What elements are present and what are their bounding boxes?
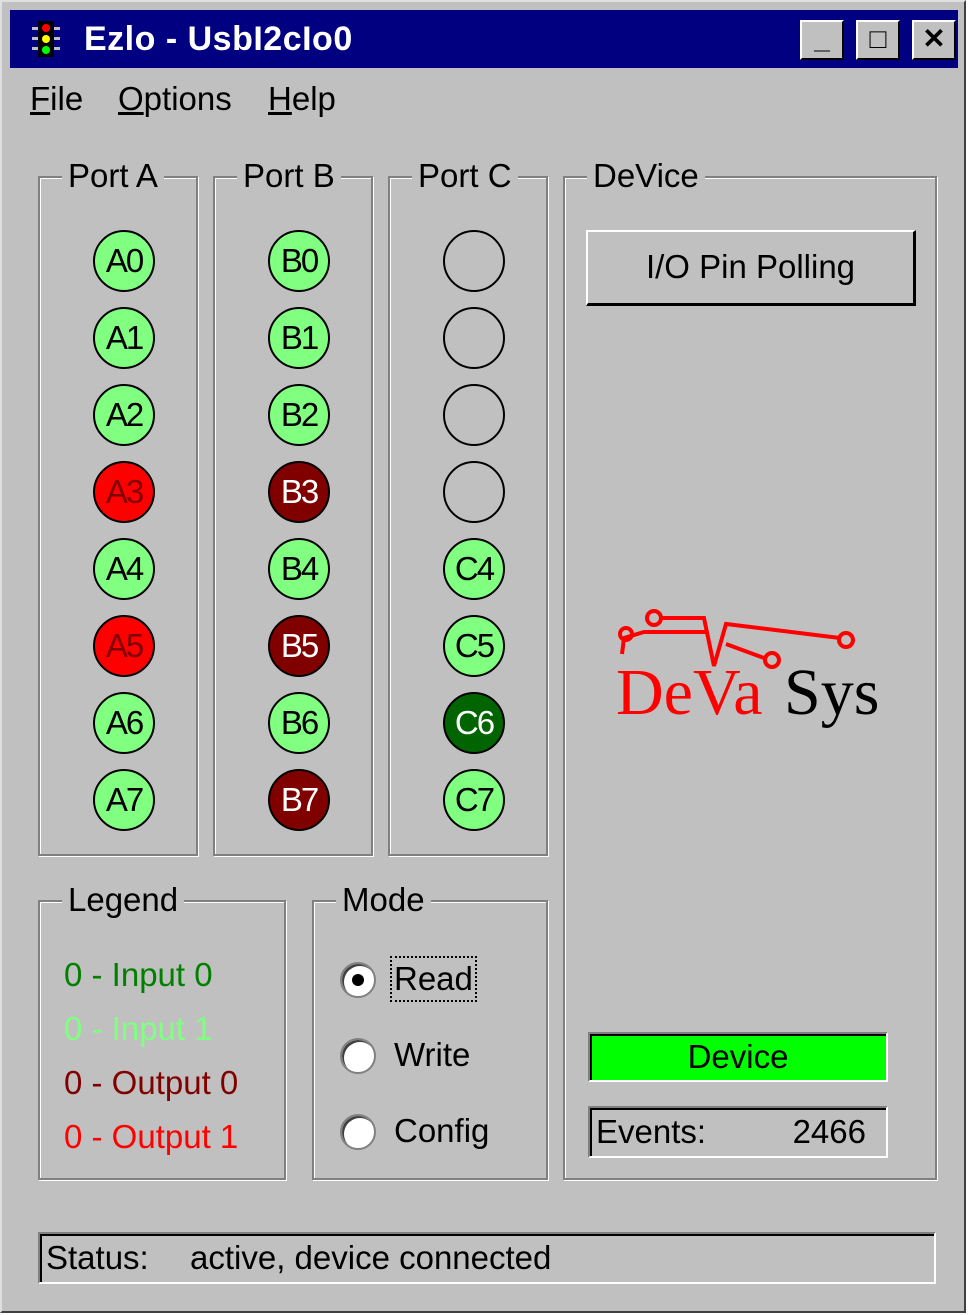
radio-button[interactable] (340, 962, 376, 998)
window-title: Ezlo - UsbI2cIo0 (84, 20, 353, 58)
led-b6[interactable]: B6 (268, 692, 330, 754)
mode-config-label[interactable]: Config (392, 1110, 491, 1152)
device-status-indicator: Device (588, 1032, 888, 1082)
led-b2[interactable]: B2 (268, 384, 330, 446)
led-a5[interactable]: A5 (93, 615, 155, 677)
led-c4[interactable]: C4 (443, 538, 505, 600)
mode-write-label[interactable]: Write (392, 1034, 472, 1076)
io-pin-polling-button[interactable]: I/O Pin Polling (586, 230, 916, 306)
led-port2-pin3[interactable] (443, 461, 505, 523)
led-a7[interactable]: A7 (93, 769, 155, 831)
port-a-group: Port A A0 A1 A2 A3 A4 A5 A6 A7 (38, 156, 198, 856)
radio-selected-dot (352, 974, 364, 986)
led-a4[interactable]: A4 (93, 538, 155, 600)
legend-title: Legend (62, 880, 185, 920)
mode-group: Mode Read Write Config (312, 880, 548, 1180)
legend-output-1: 0 - Output 1 (64, 1118, 239, 1155)
led-b7[interactable]: B7 (268, 769, 330, 831)
led-b0[interactable]: B0 (268, 230, 330, 292)
led-c5[interactable]: C5 (443, 615, 505, 677)
led-a2[interactable]: A2 (93, 384, 155, 446)
status-text: active, device connected (190, 1239, 552, 1276)
minimize-button[interactable]: _ (800, 20, 844, 60)
legend-input-1: 0 - Input 1 (64, 1010, 213, 1047)
led-port2-pin1[interactable] (443, 307, 505, 369)
port-c-title: Port C (412, 156, 518, 196)
led-b3[interactable]: B3 (268, 461, 330, 523)
led-b1[interactable]: B1 (268, 307, 330, 369)
led-a6[interactable]: A6 (93, 692, 155, 754)
menu-options[interactable]: Options (118, 80, 232, 118)
port-b-group: Port B B0 B1 B2 B3 B4 B5 B6 B7 (213, 156, 373, 856)
events-label: Events: (596, 1113, 707, 1150)
menu-bar: File Options Help (10, 72, 958, 126)
radio-button[interactable] (340, 1114, 376, 1150)
status-label: Status: (46, 1239, 149, 1276)
led-port2-pin0[interactable] (443, 230, 505, 292)
port-b-title: Port B (237, 156, 341, 196)
menu-help[interactable]: Help (268, 80, 336, 118)
legend-input-0: 0 - Input 0 (64, 956, 213, 993)
menu-file[interactable]: File (30, 80, 83, 118)
led-a3[interactable]: A3 (93, 461, 155, 523)
legend-group: Legend 0 - Input 0 0 - Input 1 0 - Outpu… (38, 880, 286, 1180)
svg-text:Sys: Sys (784, 656, 879, 729)
status-bar: Status: active, device connected (38, 1232, 936, 1284)
traffic-light-icon (32, 21, 60, 57)
port-c-group: Port C C4 C5 C6 C7 (388, 156, 548, 856)
mode-read-label[interactable]: Read (390, 956, 477, 1002)
led-c6[interactable]: C6 (443, 692, 505, 754)
led-port2-pin2[interactable] (443, 384, 505, 446)
maximize-button[interactable]: □ (856, 20, 900, 60)
led-a1[interactable]: A1 (93, 307, 155, 369)
led-a0[interactable]: A0 (93, 230, 155, 292)
legend-output-0: 0 - Output 0 (64, 1064, 239, 1101)
app-window: Ezlo - UsbI2cIo0 _ □ ✕ File Options Help… (0, 0, 966, 1313)
port-a-title: Port A (62, 156, 164, 196)
radio-button[interactable] (340, 1038, 376, 1074)
title-bar[interactable]: Ezlo - UsbI2cIo0 _ □ ✕ (10, 10, 958, 68)
mode-title: Mode (336, 880, 431, 920)
device-title: DeVice (587, 156, 705, 196)
events-value: 2466 (792, 1113, 866, 1150)
close-button[interactable]: ✕ (912, 20, 956, 60)
led-b4[interactable]: B4 (268, 538, 330, 600)
devasys-logo: DeVa Sys (616, 609, 879, 729)
led-b5[interactable]: B5 (268, 615, 330, 677)
events-counter: Events: 2466 (588, 1106, 888, 1158)
svg-text:DeVa: DeVa (616, 656, 763, 729)
led-c7[interactable]: C7 (443, 769, 505, 831)
